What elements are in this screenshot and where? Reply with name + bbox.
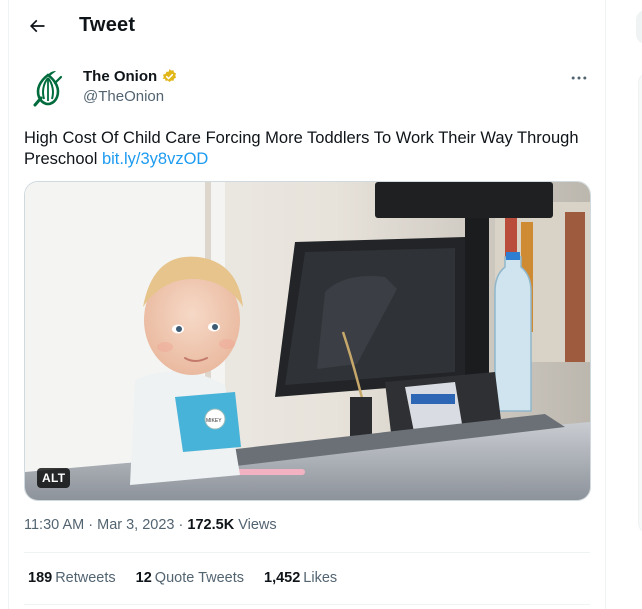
- retweets-label: Retweets: [55, 570, 116, 586]
- likes-stat[interactable]: 1,452 Likes: [264, 570, 337, 586]
- meta-separator: ·: [178, 517, 184, 533]
- retweets-stat[interactable]: 189 Retweets: [28, 570, 116, 586]
- views-count: 172.5K: [187, 517, 235, 533]
- tweet-detail-column: Tweet The Onion @TheOnion High Cost Of C…: [8, 0, 606, 609]
- meta-separator: ·: [88, 517, 94, 533]
- tweet-date[interactable]: Mar 3, 2023: [97, 517, 174, 533]
- tweet-link[interactable]: bit.ly/3y8vzOD: [102, 150, 208, 168]
- quotes-label: Quote Tweets: [154, 570, 244, 586]
- sidebar-card-edge: [638, 72, 642, 534]
- likes-count: 1,452: [264, 570, 301, 586]
- likes-label: Likes: [303, 570, 338, 586]
- tweet-text: High Cost Of Child Care Forcing More Tod…: [24, 128, 594, 170]
- divider: [24, 604, 590, 605]
- retweets-count: 189: [28, 570, 53, 586]
- author-handle[interactable]: @TheOnion: [83, 88, 178, 105]
- alt-text-badge[interactable]: ALT: [37, 468, 71, 488]
- page-title: Tweet: [79, 14, 136, 36]
- engagement-stats: 189 Retweets 12 Quote Tweets 1,452 Likes: [28, 570, 337, 586]
- avatar[interactable]: [25, 66, 71, 112]
- right-sidebar-edge: [628, 0, 642, 609]
- divider: [24, 552, 590, 553]
- arrow-left-icon: [29, 19, 45, 33]
- search-field-edge[interactable]: [636, 10, 642, 44]
- views-label: Views: [238, 517, 277, 533]
- tweet-meta: 11:30 AM · Mar 3, 2023 · 172.5K Views: [24, 517, 277, 533]
- quote-tweets-stat[interactable]: 12 Quote Tweets: [136, 570, 244, 586]
- back-button[interactable]: [19, 8, 55, 44]
- more-horizontal-icon: [571, 76, 587, 80]
- apron-tag-text: MIKEY: [206, 418, 222, 424]
- tweet-time[interactable]: 11:30 AM: [24, 517, 84, 533]
- author-info: The Onion @TheOnion: [83, 68, 178, 105]
- onion-logo-icon: [33, 71, 63, 107]
- tweet-header: Tweet: [9, 0, 605, 53]
- quotes-count: 12: [135, 570, 152, 586]
- toddler-checkout-photo: MIKEY: [25, 182, 590, 500]
- tweet-media-image[interactable]: MIKEY ALT: [24, 181, 591, 501]
- verified-badge-icon[interactable]: [161, 68, 178, 85]
- more-options-button[interactable]: [563, 64, 595, 92]
- author-display-name[interactable]: The Onion: [83, 68, 157, 85]
